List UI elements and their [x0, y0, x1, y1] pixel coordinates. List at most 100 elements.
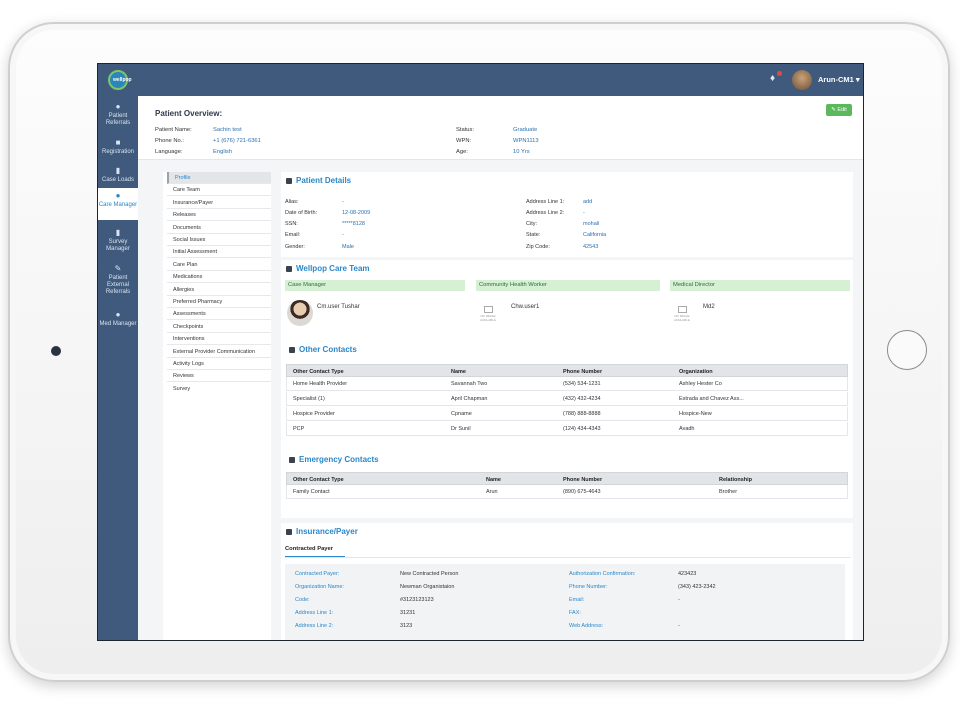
no-image-icon: NO IMAGE AVAILABLE — [671, 304, 693, 326]
tab-insurance-payer[interactable]: Insurance/Payer — [167, 197, 271, 209]
patient-overview: Patient Overview: ✎ Edit Patient Name: S… — [138, 96, 863, 160]
survey-icon: ▮ — [115, 228, 121, 237]
tab-interventions[interactable]: Interventions — [167, 333, 271, 346]
phone-value: +1 (676) 721-6361 — [213, 138, 261, 144]
column-header: Organization — [679, 368, 713, 375]
app-screen: wellpop ♦ Arun-CM1 ▾ ● Patient Referrals … — [97, 63, 864, 641]
contracted-payer-details: Contracted Payer: New Contracted Person … — [285, 564, 845, 640]
table-row[interactable]: Home Health Provider Savannah Two (534) … — [286, 377, 848, 391]
tab-activity-logs[interactable]: Activity Logs — [167, 358, 271, 370]
user-icon: ● — [115, 191, 121, 200]
language-label: Language: — [155, 149, 183, 155]
insurance-title: Insurance/Payer — [296, 527, 358, 536]
tab-reviews[interactable]: Reviews — [167, 370, 271, 383]
tab-initial-assessment[interactable]: Initial Assessment — [167, 246, 271, 259]
edit-icon: ✎ — [114, 264, 122, 273]
sidebar-item-care-manager[interactable]: ● Care Manager — [98, 188, 138, 220]
emergency-contacts-title: Emergency Contacts — [299, 455, 379, 464]
patient-details-title: Patient Details — [296, 176, 352, 185]
ssn-label: SSN: — [285, 221, 298, 227]
cell-phone: (788) 888-8888 — [563, 411, 601, 417]
column-header: Relationship — [719, 476, 753, 483]
tab-preferred-pharmacy[interactable]: Preferred Pharmacy — [167, 296, 271, 308]
section-icon — [286, 529, 292, 535]
patient-name-label: Patient Name: — [155, 127, 192, 133]
table-row[interactable]: Hospice Provider Cpname (788) 888-8888 H… — [286, 407, 848, 421]
address1-value: add — [583, 199, 593, 205]
tab-allergies[interactable]: Allergies — [167, 284, 271, 296]
section-icon — [286, 266, 292, 272]
address2-label: Address Line 2: — [526, 210, 565, 216]
gender-label: Gender: — [285, 244, 305, 250]
sidebar-item-survey-manager[interactable]: ▮ Survey Manager — [98, 226, 138, 254]
table-row[interactable]: Family Contact Arun (890) 675-4643 Broth… — [286, 485, 848, 499]
sidebar-item-registration[interactable]: ■ Registration — [98, 136, 138, 158]
sidebar-item-patient-referrals[interactable]: ● Patient Referrals — [98, 100, 138, 128]
organization-value: Newman Organistaion — [400, 584, 455, 590]
user-menu[interactable]: Arun-CM1 ▾ — [818, 75, 860, 84]
edit-button[interactable]: ✎ Edit — [826, 104, 852, 116]
email-value: - — [678, 597, 680, 603]
ssn-value: *****8128 — [342, 221, 365, 227]
section-icon — [286, 178, 292, 184]
dob-label: Date of Birth: — [285, 210, 318, 216]
tab-contracted-payer[interactable]: Contracted Payer — [285, 546, 333, 552]
sidebar-item-patient-external-referrals[interactable]: ✎ Patient External Referrals — [98, 262, 138, 300]
users-icon: ● — [115, 102, 121, 111]
tab-medications[interactable]: Medications — [167, 271, 271, 284]
cell-name: Savannah Two — [451, 381, 488, 387]
address2-value: 3123 — [400, 623, 413, 629]
patient-details-card: Patient Details Alias: - Date of Birth: … — [281, 172, 853, 257]
status-value: Graduate — [513, 127, 538, 133]
age-value: 10 Yrs — [513, 149, 530, 155]
chw-name: Chw.user1 — [511, 304, 540, 310]
column-header: Name — [451, 368, 466, 375]
medical-director-name: Md2 — [703, 304, 715, 310]
med-user-icon: ● — [115, 310, 121, 319]
chw-header: Community Health Worker — [476, 280, 660, 291]
state-value: California — [583, 232, 607, 238]
tab-social-issues[interactable]: Social Issues — [167, 234, 271, 246]
web-address-label: Web Address: — [569, 623, 604, 629]
cell-organization: Avadh — [679, 426, 695, 432]
sidebar-item-med-manager[interactable]: ● Med Manager — [98, 308, 138, 336]
tab-documents[interactable]: Documents — [167, 222, 271, 234]
cell-type: Family Contact — [293, 489, 330, 495]
wellpop-logo[interactable]: wellpop — [108, 70, 132, 90]
tab-care-plan[interactable]: Care Plan — [167, 259, 271, 271]
organization-label: Organization Name: — [295, 584, 344, 590]
tab-assessments[interactable]: Assessments — [167, 308, 271, 321]
phone-label: Phone No.: — [155, 138, 185, 144]
column-header: Other Contact Type — [293, 368, 344, 375]
patient-name-value: Sachin test — [213, 127, 242, 133]
cell-name: Dr Sunil — [451, 426, 471, 432]
tab-divider — [285, 557, 851, 558]
tab-releases[interactable]: Releases — [167, 209, 271, 222]
cell-phone: (890) 675-4643 — [563, 489, 601, 495]
tab-checkpoints[interactable]: Checkpoints — [167, 321, 271, 333]
age-label: Age: — [456, 149, 468, 155]
other-contacts-title: Other Contacts — [299, 345, 357, 354]
city-value: mohali — [583, 221, 600, 227]
sidebar-item-case-loads[interactable]: ▮ Case Loads — [98, 164, 138, 186]
tab-care-team[interactable]: Care Team — [167, 184, 271, 197]
care-team-card: Wellpop Care Team Case Manager Community… — [281, 260, 853, 518]
cell-name: April Chapman — [451, 396, 488, 402]
section-icon — [289, 457, 295, 463]
zip-label: Zip Code: — [526, 244, 550, 250]
tab-survey[interactable]: Survey — [167, 383, 271, 395]
phone-value: (343) 423-2342 — [678, 584, 716, 590]
user-avatar[interactable] — [792, 70, 812, 90]
table-row[interactable]: PCP Dr Sunil (124) 434-4343 Avadh — [286, 422, 848, 436]
alias-label: Alias: — [285, 199, 299, 205]
contracted-payer-label: Contracted Payer: — [295, 571, 340, 577]
table-row[interactable]: Specialist (1) April Chapman (432) 432-4… — [286, 392, 848, 406]
tab-external-provider-communication[interactable]: External Provider Communication — [167, 346, 271, 358]
column-header: Phone Number — [563, 476, 603, 483]
authorization-label: Authorization Confirmation: — [569, 571, 636, 577]
home-button[interactable] — [887, 330, 927, 370]
city-label: City: — [526, 221, 537, 227]
tab-profile[interactable]: Profile — [167, 172, 271, 184]
web-address-value: - — [678, 623, 680, 629]
zip-value: 42543 — [583, 244, 599, 250]
